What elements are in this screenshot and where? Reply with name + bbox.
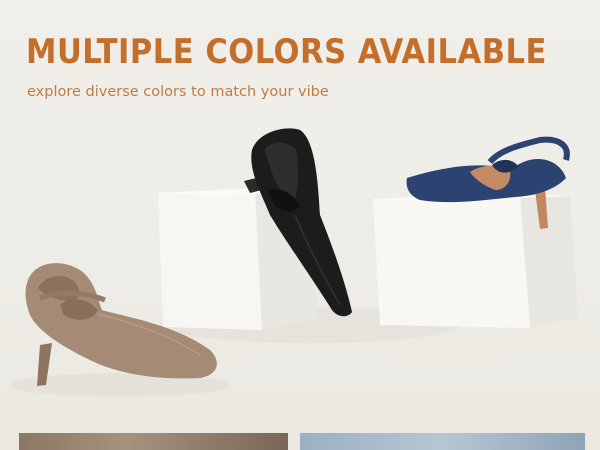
- product-scene: [10, 128, 578, 397]
- pedestal-right: [373, 193, 578, 328]
- lifestyle-thumbnail-right[interactable]: [300, 433, 585, 450]
- lifestyle-thumbnail-left[interactable]: [19, 433, 288, 450]
- hero-banner: MULTIPLE COLORS AVAILABLE explore divers…: [0, 0, 600, 450]
